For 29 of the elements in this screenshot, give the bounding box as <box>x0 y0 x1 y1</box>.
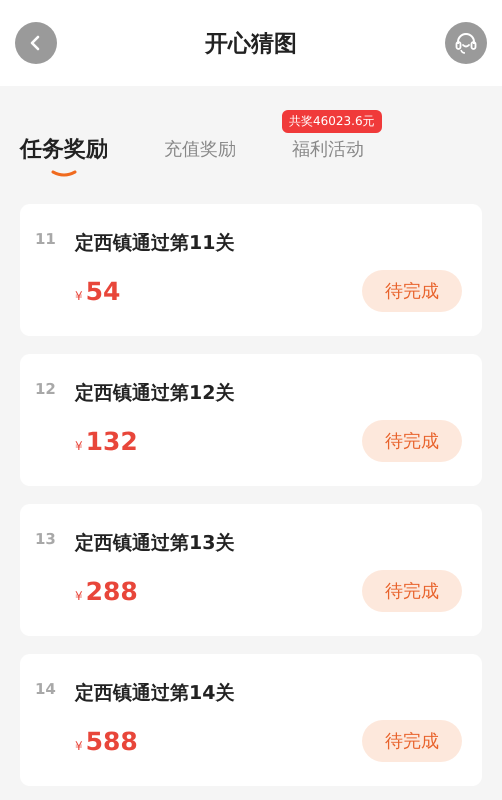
page-title: 开心猜图 <box>205 30 297 58</box>
back-button[interactable] <box>15 22 57 64</box>
currency-symbol: ¥ <box>75 588 83 602</box>
tab[interactable]: 任务奖励 <box>20 134 108 166</box>
tab[interactable]: 充值奖励 <box>164 134 236 166</box>
task-title: 定西镇通过第13关 <box>75 531 236 556</box>
tab-indicator <box>51 170 77 178</box>
status-button[interactable]: 待完成 <box>362 570 462 612</box>
currency-symbol: ¥ <box>75 438 83 452</box>
status-button[interactable]: 待完成 <box>362 270 462 312</box>
currency-symbol: ¥ <box>75 738 83 752</box>
reward-amount: 132 <box>86 426 138 456</box>
reward-amount: 588 <box>86 726 138 756</box>
customer-service-button[interactable] <box>445 22 487 64</box>
headset-icon <box>453 30 479 56</box>
reward-amount: 54 <box>86 276 120 306</box>
task-title: 定西镇通过第11关 <box>75 231 236 256</box>
prize-badge: 共奖46023.6元 <box>282 110 382 133</box>
currency-symbol: ¥ <box>75 288 83 302</box>
status-button[interactable]: 待完成 <box>362 420 462 462</box>
task-number: 12 <box>35 380 57 400</box>
task-number: 11 <box>35 230 57 250</box>
status-button[interactable]: 待完成 <box>362 720 462 762</box>
reward-amount: 288 <box>86 576 138 606</box>
task-title: 定西镇通过第14关 <box>75 681 236 706</box>
task-number: 13 <box>35 530 57 550</box>
task-title: 定西镇通过第12关 <box>75 381 236 406</box>
task-number: 14 <box>35 680 57 700</box>
tab[interactable]: 福利活动 <box>292 134 364 166</box>
